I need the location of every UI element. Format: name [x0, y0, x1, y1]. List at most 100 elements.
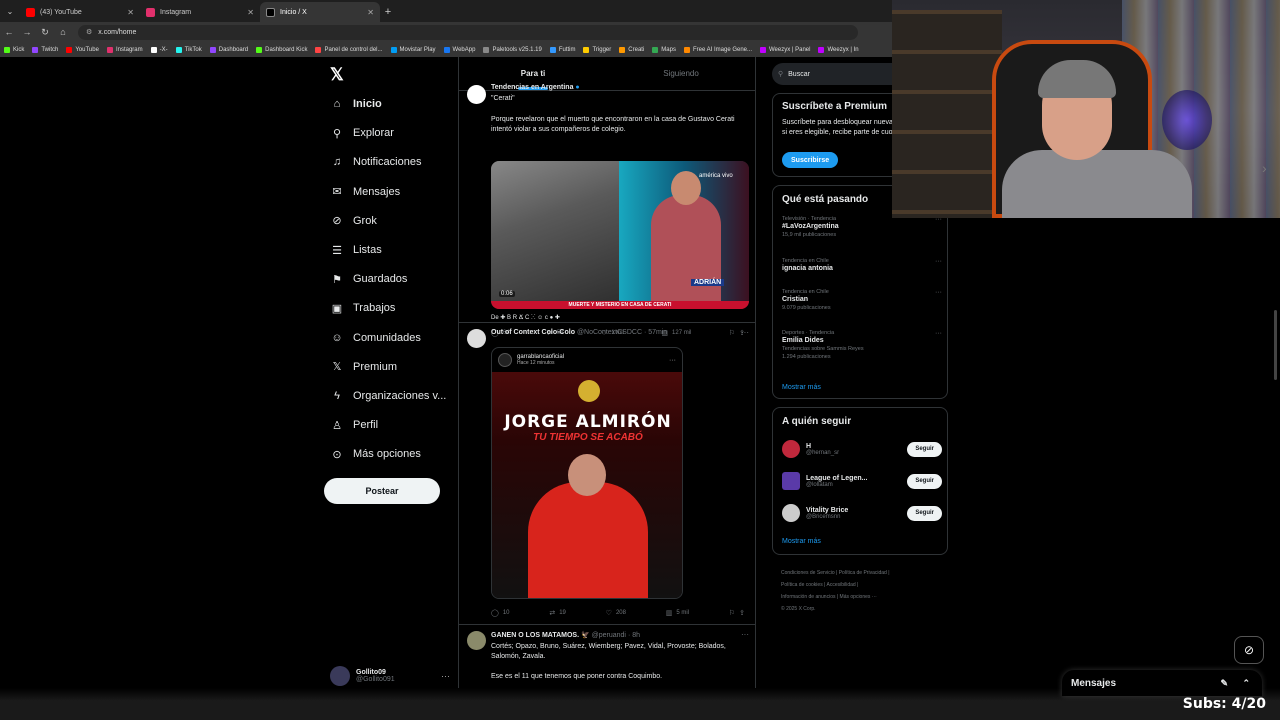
search-icon: ⚲	[332, 127, 342, 140]
new-message-icon[interactable]: ✎	[1220, 678, 1228, 689]
forward-icon[interactable]: →	[18, 27, 36, 37]
show-more-follow-link[interactable]: Mostrar más	[782, 538, 821, 545]
footer-line[interactable]: Condiciones de Servicio | Política de Pr…	[781, 567, 941, 579]
bookmark-item[interactable]: Trigger	[583, 46, 611, 53]
bookmark-favicon-icon	[209, 46, 216, 53]
more-icon[interactable]: ···	[935, 258, 942, 265]
trend-item[interactable]: Deportes · Tendencia Emilia Dides Tenden…	[782, 330, 942, 360]
tab-label: (43) YouTube	[40, 8, 82, 16]
bookmark-item[interactable]: -X-	[150, 46, 168, 53]
more-icon[interactable]: ···	[741, 630, 749, 639]
more-icon[interactable]: ···	[741, 328, 749, 337]
close-tab-icon[interactable]: ✕	[127, 8, 134, 17]
more-icon[interactable]: ···	[935, 289, 942, 296]
nav-item-notificaciones[interactable]: ♫ Notificaciones	[330, 151, 422, 173]
nav-item-premium[interactable]: 𝕏 Premium	[330, 356, 397, 378]
site-info-icon[interactable]: ⚙	[86, 28, 92, 36]
follow-button[interactable]: Seguir	[907, 473, 942, 489]
subscribe-button[interactable]: Suscribirse	[782, 152, 839, 168]
bookmark-item[interactable]: TikTok	[175, 46, 202, 53]
account-switcher[interactable]: Gollito09 @Gollito091 ···	[330, 662, 450, 690]
home-browser-icon[interactable]: ⌂	[54, 27, 72, 37]
nav-item-mensajes[interactable]: ✉ Mensajes	[330, 181, 400, 203]
avatar	[782, 472, 800, 490]
bookmark-item[interactable]: YouTube	[66, 46, 99, 53]
back-icon[interactable]: ←	[0, 27, 18, 37]
share-icon[interactable]: ⇪	[739, 609, 745, 617]
post-colocolo[interactable]: Out of Context Colo-Colo @NoContextCSDCC…	[459, 323, 755, 625]
tab-list-icon[interactable]: ⌄	[0, 0, 20, 22]
show-more-trends-link[interactable]: Mostrar más	[782, 384, 821, 391]
nav-item-organizaciones-v[interactable]: ϟ Organizaciones v...	[330, 385, 446, 407]
author-handle: @NoContextCSDCC	[576, 329, 643, 336]
follow-suggestion[interactable]: H @hernan_sr Seguir	[782, 436, 942, 462]
bookmark-item[interactable]: Maps	[652, 46, 676, 53]
more-icon[interactable]: ···	[441, 671, 450, 681]
nav-item-trabajos[interactable]: ▣ Trabajos	[330, 297, 396, 319]
bookmark-item[interactable]: WebApp	[443, 46, 475, 53]
bookmark-item[interactable]: Creati	[619, 46, 644, 53]
more-icon[interactable]: ···	[669, 357, 676, 364]
bookmark-item[interactable]: Weezyx | Panel	[760, 46, 810, 53]
tab-x-home[interactable]: Inicio / X ✕	[260, 2, 380, 22]
bookmark-item[interactable]: Instagram	[106, 46, 143, 53]
embedded-media[interactable]: garrablancaoficial Hace 12 minutos ··· J…	[491, 347, 683, 599]
reload-icon[interactable]: ↻	[36, 27, 54, 38]
more-icon[interactable]: ···	[935, 330, 942, 337]
nav-item-comunidades[interactable]: ☺ Comunidades	[330, 327, 421, 349]
post-button[interactable]: Postear	[324, 478, 440, 504]
bookmark-item[interactable]: Futtim	[549, 46, 575, 53]
grok-icon[interactable]: ⊘	[1234, 636, 1264, 664]
bookmark-item[interactable]: Movistar Play	[390, 46, 436, 53]
bookmark-item[interactable]: Dashboard	[209, 46, 248, 53]
close-tab-icon[interactable]: ✕	[247, 8, 254, 17]
post-video[interactable]: américa vivo ADRIÁN 0:06 MUERTE Y MISTER…	[491, 161, 749, 309]
bookmark-item[interactable]: Kick	[4, 46, 24, 53]
follow-suggestion[interactable]: League of Legen... @lollatam Seguir	[782, 468, 942, 494]
nav-item-listas[interactable]: ☰ Listas	[330, 239, 382, 261]
footer-line[interactable]: Política de cookies | Accesibilidad |	[781, 579, 941, 591]
nav-label: Guardados	[353, 273, 408, 286]
like-button[interactable]: ♡ 208	[606, 609, 626, 617]
post-header: Tendencias en Argentina ●	[491, 84, 580, 91]
club-badge-icon	[578, 380, 600, 402]
bookmark-item[interactable]: Weezyx | In	[818, 46, 859, 53]
follow-button[interactable]: Seguir	[907, 441, 942, 457]
nav-item-guardados[interactable]: ⚑ Guardados	[330, 268, 407, 290]
tab-youtube[interactable]: (43) YouTube ✕	[20, 2, 140, 22]
scrollbar[interactable]	[1274, 310, 1277, 380]
new-tab-button[interactable]: +	[380, 2, 396, 22]
url-field[interactable]: ⚙ x.com/home	[78, 24, 858, 40]
tab-instagram[interactable]: Instagram ✕	[140, 2, 260, 22]
close-tab-icon[interactable]: ✕	[367, 8, 374, 17]
messages-drawer[interactable]: Mensajes ✎ ⌃	[1062, 670, 1262, 696]
nav-item-explorar[interactable]: ⚲ Explorar	[330, 122, 394, 144]
follow-button[interactable]: Seguir	[907, 505, 942, 521]
post-cerati[interactable]: Tendencias en Argentina ● "Cerati" Porqu…	[459, 79, 755, 337]
nav-label: Listas	[353, 244, 382, 256]
reply-button[interactable]: ◯ 10	[491, 609, 510, 617]
x-logo-icon[interactable]: 𝕏	[330, 65, 344, 85]
repost-button[interactable]: ⇄ 19	[549, 609, 566, 617]
bookmark-item[interactable]: Free AI Image Gene...	[683, 46, 752, 53]
bookmark-item[interactable]: Twitch	[32, 46, 58, 53]
bookmark-button[interactable]: ⚐ ⇪	[729, 609, 749, 617]
follow-title: A quién seguir	[782, 416, 852, 427]
embed-header: garrablancaoficial Hace 12 minutos ···	[492, 348, 682, 372]
views-button[interactable]: ▥ 5 mil	[666, 609, 689, 617]
bookmark-favicon-icon	[652, 46, 659, 53]
nav-item-inicio[interactable]: ⌂ Inicio	[330, 93, 382, 115]
bookmark-item[interactable]: Panel de control del...	[315, 46, 383, 53]
trend-item[interactable]: Tendencia en Chile ignacia antonia ···	[782, 258, 942, 272]
trend-item[interactable]: Tendencia en Chile Cristian 9.079 public…	[782, 289, 942, 311]
nav-item-perfil[interactable]: ♙ Perfil	[330, 414, 378, 436]
nav-item-grok[interactable]: ⊘ Grok	[330, 210, 376, 232]
bookmark-item[interactable]: Dashboard Kick	[256, 46, 307, 53]
footer-line[interactable]: Información de anuncios | Más opciones ·…	[781, 591, 941, 603]
nav-item-más-opciones[interactable]: ⊙ Más opciones	[330, 443, 420, 465]
chevron-right-icon[interactable]: ›	[1262, 160, 1267, 176]
chevron-up-icon[interactable]: ⌃	[1242, 678, 1250, 689]
bookmark-item[interactable]: Paletools v25.1.19	[483, 46, 542, 53]
follow-suggestion[interactable]: Vitality Brice @Bricemsnn Seguir	[782, 500, 942, 526]
trend-item[interactable]: Televisión · Tendencia #LaVozArgentina 1…	[782, 216, 942, 238]
